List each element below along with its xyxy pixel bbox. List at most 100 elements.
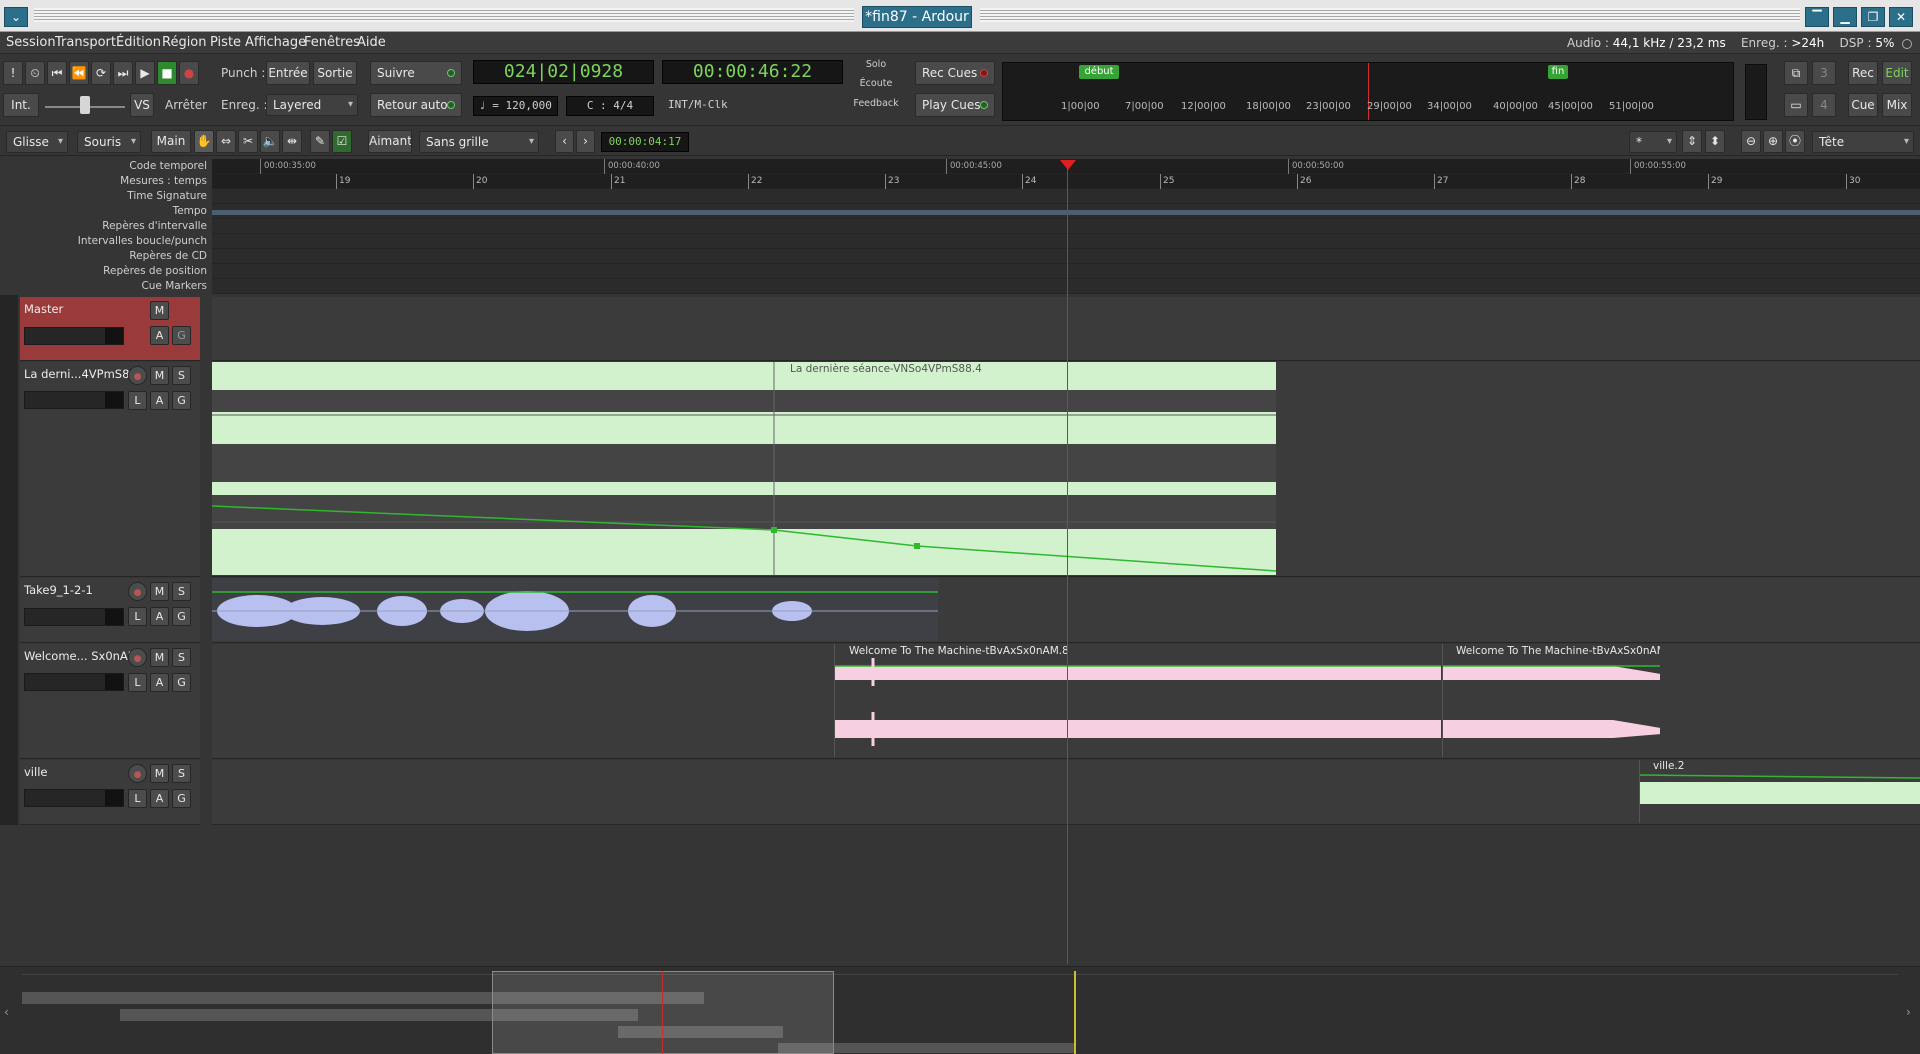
track-name[interactable]: ville bbox=[24, 765, 47, 779]
panic-button[interactable]: ! bbox=[3, 61, 23, 85]
zoom-focus-dropdown[interactable]: Tête bbox=[1812, 131, 1914, 153]
goto-end-button[interactable]: ⏭ bbox=[113, 61, 133, 85]
snap-button[interactable]: Aimant bbox=[368, 130, 412, 153]
ruler-label-location-markers[interactable]: Repères de position bbox=[103, 265, 207, 277]
hand-tool-button[interactable]: ✋ bbox=[194, 130, 214, 153]
internal-edit-tool-button[interactable]: ☑ bbox=[332, 130, 352, 153]
edit-mode-dropdown[interactable]: Glisse bbox=[6, 131, 68, 153]
expand-tracks-button[interactable]: ⬍ bbox=[1705, 130, 1725, 153]
mute-button[interactable]: M bbox=[150, 648, 169, 667]
stop-button[interactable]: ■ bbox=[157, 61, 177, 85]
edit-window-button[interactable]: Edit bbox=[1882, 61, 1912, 85]
bbt-ruler[interactable]: 19 20 21 22 23 24 25 26 27 28 29 30 bbox=[212, 174, 1920, 189]
rec-cues-button[interactable]: Rec Cues bbox=[915, 61, 995, 85]
nudge-clock[interactable]: 00:00:04:17 bbox=[601, 132, 689, 152]
menu-edition[interactable]: Édition bbox=[116, 35, 161, 50]
solo-indicator[interactable]: Solo bbox=[852, 59, 900, 71]
shrink-tracks-button[interactable]: ⇕ bbox=[1682, 130, 1702, 153]
track-lane-ville[interactable]: ville.2 bbox=[212, 760, 1920, 825]
play-cues-button[interactable]: Play Cues bbox=[915, 93, 995, 117]
solo-button[interactable]: S bbox=[172, 366, 191, 385]
audio-region[interactable] bbox=[212, 578, 938, 641]
track-name[interactable]: Take9_1-2-1 bbox=[24, 583, 93, 597]
playlist-button[interactable]: L bbox=[128, 789, 147, 808]
loop-punch-ruler[interactable] bbox=[212, 234, 1920, 249]
track-lane-take9[interactable] bbox=[212, 578, 1920, 643]
audio-region[interactable]: ville.2 bbox=[1639, 760, 1920, 823]
zoom-in-button[interactable]: ⊕ bbox=[1763, 130, 1783, 153]
mute-button[interactable]: M bbox=[150, 582, 169, 601]
cue-markers-ruler[interactable] bbox=[212, 279, 1920, 294]
cue-window-button[interactable]: Cue bbox=[1848, 93, 1878, 117]
track-header-ville[interactable]: ville ● M S L A G bbox=[20, 760, 200, 825]
zoom-out-button[interactable]: ⊖ bbox=[1741, 130, 1761, 153]
time-signature-ruler[interactable] bbox=[212, 189, 1920, 204]
num-3-button[interactable]: 3 bbox=[1812, 61, 1836, 85]
mute-button[interactable]: M bbox=[150, 301, 169, 320]
track-lane-master[interactable] bbox=[212, 297, 1920, 361]
track-header-welcome[interactable]: Welcome... Sx0nAM ● M S L A G bbox=[20, 644, 200, 759]
audio-region[interactable]: Welcome To The Machine-tBvAxSx0nAM.8 bbox=[834, 644, 1441, 757]
close-window-button[interactable]: ✕ bbox=[1889, 7, 1913, 27]
solo-button[interactable]: S bbox=[172, 582, 191, 601]
record-arm-button[interactable]: ● bbox=[128, 366, 147, 385]
range-tool-button[interactable]: ⇔ bbox=[216, 130, 236, 153]
editor-summary[interactable]: ‹ › bbox=[0, 966, 1920, 1054]
group-button[interactable]: G bbox=[172, 607, 191, 626]
menu-windows[interactable]: Fenêtres bbox=[304, 35, 360, 50]
audio-region[interactable]: La dernière séance-VNSo4VPmS88.4 bbox=[212, 362, 1276, 575]
automation-button[interactable]: A bbox=[150, 326, 169, 345]
internal-sync-button[interactable]: Int. bbox=[3, 93, 39, 117]
track-group-tabs[interactable] bbox=[0, 295, 18, 825]
gain-fader[interactable] bbox=[24, 391, 124, 409]
draw-tool-button[interactable]: ✎ bbox=[310, 130, 330, 153]
crop-button[interactable]: ⧉ bbox=[1784, 61, 1808, 85]
record-arm-button[interactable]: ● bbox=[128, 582, 147, 601]
meter-display[interactable]: C : 4/4 bbox=[566, 96, 654, 116]
cd-markers-ruler[interactable] bbox=[212, 249, 1920, 264]
end-marker[interactable]: fin bbox=[1548, 65, 1568, 79]
solo-button[interactable]: S bbox=[172, 764, 191, 783]
menu-session[interactable]: Session bbox=[6, 35, 56, 50]
track-header-la-derniere[interactable]: La derni...4VPmS88 ● M S L A G bbox=[20, 362, 200, 577]
maximize-window-button[interactable]: ❐ bbox=[1861, 7, 1885, 27]
zoom-session-button[interactable]: ⦿ bbox=[1785, 130, 1805, 153]
sync-source-label[interactable]: INT/M-Clk bbox=[668, 94, 728, 116]
play-button[interactable]: ▶ bbox=[135, 61, 155, 85]
video-button[interactable]: ▭ bbox=[1784, 93, 1808, 117]
ruler-label-cue-markers[interactable]: Cue Markers bbox=[141, 280, 207, 292]
audition-indicator[interactable]: Écoute bbox=[852, 78, 900, 90]
loop-button[interactable]: ⟳ bbox=[91, 61, 111, 85]
menu-track[interactable]: Piste bbox=[210, 35, 241, 50]
auto-return-button[interactable]: Retour auto bbox=[370, 93, 462, 117]
group-button[interactable]: G bbox=[172, 391, 191, 410]
menu-region[interactable]: Région bbox=[162, 35, 207, 50]
track-lane-welcome[interactable]: Welcome To The Machine-tBvAxSx0nAM.8 Wel… bbox=[212, 644, 1920, 759]
rec-window-button[interactable]: Rec bbox=[1848, 61, 1878, 85]
gain-fader[interactable] bbox=[24, 608, 124, 626]
window-menu-button[interactable]: ⌄ bbox=[4, 7, 28, 27]
stop-mode-label[interactable]: Arrêter bbox=[165, 94, 207, 116]
group-button[interactable]: G bbox=[172, 326, 191, 345]
rec-mode-dropdown[interactable]: Layered bbox=[266, 94, 358, 116]
range-markers-ruler[interactable] bbox=[212, 219, 1920, 234]
minimize-window-button[interactable]: ▁ bbox=[1833, 7, 1857, 27]
num-4-button[interactable]: 4 bbox=[1812, 93, 1836, 117]
ruler-label-tempo[interactable]: Tempo bbox=[173, 205, 207, 217]
rewind-button[interactable]: ⏪ bbox=[69, 61, 89, 85]
automation-button[interactable]: A bbox=[150, 607, 169, 626]
punch-in-button[interactable]: Entrée bbox=[266, 61, 310, 85]
playlist-button[interactable]: L bbox=[128, 607, 147, 626]
solo-button[interactable]: S bbox=[172, 648, 191, 667]
punch-out-button[interactable]: Sortie bbox=[313, 61, 357, 85]
secondary-timecode-clock[interactable]: 00:00:46:22 bbox=[662, 60, 843, 84]
shuttle-slider-handle[interactable] bbox=[80, 96, 90, 114]
stretch-tool-button[interactable]: ⇹ bbox=[282, 130, 302, 153]
ruler-label-range-markers[interactable]: Repères d'intervalle bbox=[102, 220, 207, 232]
follow-button[interactable]: Suivre bbox=[370, 61, 462, 85]
summary-scroll-left-icon[interactable]: ‹ bbox=[4, 1005, 9, 1019]
summary-scroll-right-icon[interactable]: › bbox=[1906, 1005, 1911, 1019]
automation-button[interactable]: A bbox=[150, 789, 169, 808]
track-name[interactable]: La derni...4VPmS88 bbox=[24, 367, 137, 381]
tempo-ruler[interactable] bbox=[212, 204, 1920, 219]
